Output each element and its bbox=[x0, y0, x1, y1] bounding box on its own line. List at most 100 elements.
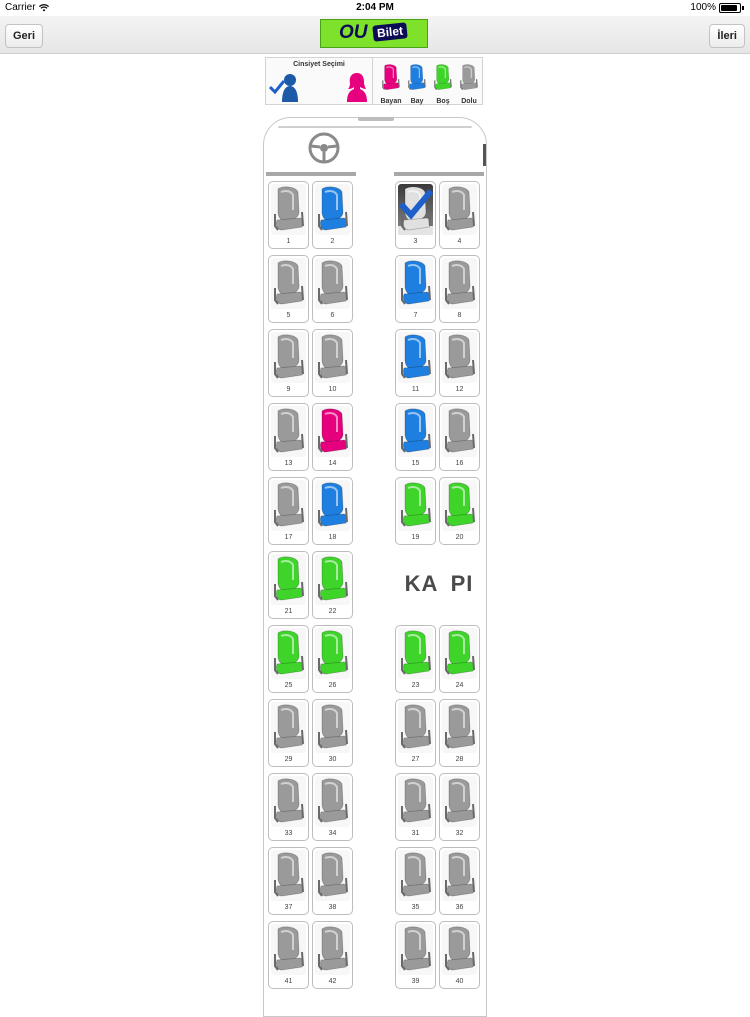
logo-bilet-text: Bilet bbox=[372, 22, 408, 42]
seat-2[interactable]: 2 bbox=[312, 181, 353, 249]
seat-number: 7 bbox=[413, 312, 418, 319]
seat-8[interactable]: 8 bbox=[439, 255, 480, 323]
seat-number: 26 bbox=[328, 682, 337, 689]
driver-divider-left bbox=[266, 172, 356, 176]
seat-37[interactable]: 37 bbox=[268, 847, 309, 915]
seat-13[interactable]: 13 bbox=[268, 403, 309, 471]
seat-40[interactable]: 40 bbox=[439, 921, 480, 989]
seat-29[interactable]: 29 bbox=[268, 699, 309, 767]
seat-31[interactable]: 31 bbox=[395, 773, 436, 841]
seat-number: 11 bbox=[411, 386, 420, 393]
seat-33[interactable]: 33 bbox=[268, 773, 309, 841]
seat-female-icon bbox=[381, 64, 401, 96]
seat-number: 39 bbox=[411, 978, 420, 985]
seat-4[interactable]: 4 bbox=[439, 181, 480, 249]
seat-34[interactable]: 34 bbox=[312, 773, 353, 841]
status-bar: Carrier 2:04 PM 100% bbox=[0, 0, 750, 16]
seat-25[interactable]: 25 bbox=[268, 625, 309, 693]
app-logo: OU Bilet bbox=[320, 19, 428, 48]
legend-item-empty: Boş bbox=[430, 64, 456, 105]
seat-number: 1 bbox=[286, 238, 291, 245]
seat-number: 22 bbox=[328, 608, 337, 615]
seat-7[interactable]: 7 bbox=[395, 255, 436, 323]
seat-number: 20 bbox=[455, 534, 464, 541]
seat-number: 10 bbox=[328, 386, 337, 393]
bus-front-grill bbox=[358, 117, 394, 121]
seat-number: 29 bbox=[284, 756, 293, 763]
seat-empty-icon bbox=[433, 64, 453, 96]
seat-number: 13 bbox=[284, 460, 293, 467]
seat-18[interactable]: 18 bbox=[312, 477, 353, 545]
seat-22[interactable]: 22 bbox=[312, 551, 353, 619]
seat-number: 12 bbox=[455, 386, 464, 393]
seat-41[interactable]: 41 bbox=[268, 921, 309, 989]
seat-19[interactable]: 19 bbox=[395, 477, 436, 545]
male-silhouette-icon bbox=[282, 74, 298, 102]
seat-23[interactable]: 23 bbox=[395, 625, 436, 693]
seat-3[interactable]: 3 bbox=[395, 181, 436, 249]
seat-12[interactable]: 12 bbox=[439, 329, 480, 397]
seat-number: 24 bbox=[455, 682, 464, 689]
gender-male-option[interactable] bbox=[269, 72, 298, 102]
navigation-bar: Geri OU Bilet İleri bbox=[0, 16, 750, 54]
seat-number: 6 bbox=[330, 312, 335, 319]
seat-10[interactable]: 10 bbox=[312, 329, 353, 397]
legend-item-male: Bay bbox=[404, 64, 430, 105]
bus-windshield-line bbox=[278, 126, 472, 128]
gender-selection: Cinsiyet Seçimi bbox=[266, 58, 373, 104]
seat-status-legend: Bayan Bay Boş Dolu bbox=[374, 58, 484, 105]
seat-number: 38 bbox=[328, 904, 337, 911]
seat-28[interactable]: 28 bbox=[439, 699, 480, 767]
seat-11[interactable]: 11 bbox=[395, 329, 436, 397]
seat-20[interactable]: 20 bbox=[439, 477, 480, 545]
seat-30[interactable]: 30 bbox=[312, 699, 353, 767]
driver-divider-right bbox=[394, 172, 484, 176]
seat-5[interactable]: 5 bbox=[268, 255, 309, 323]
back-button[interactable]: Geri bbox=[5, 24, 44, 48]
seat-number: 42 bbox=[328, 978, 337, 985]
seat-number: 3 bbox=[413, 238, 418, 245]
seat-38[interactable]: 38 bbox=[312, 847, 353, 915]
seat-16[interactable]: 16 bbox=[439, 403, 480, 471]
seat-14[interactable]: 14 bbox=[312, 403, 353, 471]
seat-male-icon bbox=[407, 64, 427, 96]
status-time: 2:04 PM bbox=[356, 2, 394, 13]
battery-percent: 100% bbox=[690, 2, 716, 13]
seat-number: 5 bbox=[286, 312, 291, 319]
seat-number: 33 bbox=[284, 830, 293, 837]
seat-21[interactable]: 21 bbox=[268, 551, 309, 619]
legend-item-female: Bayan bbox=[378, 64, 404, 105]
seat-number: 9 bbox=[286, 386, 291, 393]
seat-39[interactable]: 39 bbox=[395, 921, 436, 989]
seat-number: 8 bbox=[457, 312, 462, 319]
seat-9[interactable]: 9 bbox=[268, 329, 309, 397]
seat-6[interactable]: 6 bbox=[312, 255, 353, 323]
seat-number: 35 bbox=[411, 904, 420, 911]
seat-26[interactable]: 26 bbox=[312, 625, 353, 693]
next-button[interactable]: İleri bbox=[709, 24, 745, 48]
seat-32[interactable]: 32 bbox=[439, 773, 480, 841]
seat-number: 37 bbox=[284, 904, 293, 911]
seat-number: 30 bbox=[328, 756, 337, 763]
legend-panel: Cinsiyet Seçimi Bayan Bay Boş Dolu bbox=[265, 57, 483, 105]
seat-35[interactable]: 35 bbox=[395, 847, 436, 915]
seat-number: 16 bbox=[455, 460, 464, 467]
legend-label: Bayan bbox=[380, 98, 402, 105]
seat-24[interactable]: 24 bbox=[439, 625, 480, 693]
seat-15[interactable]: 15 bbox=[395, 403, 436, 471]
legend-label: Boş bbox=[436, 98, 450, 105]
steering-wheel-icon bbox=[308, 132, 340, 164]
seat-full-icon bbox=[459, 64, 479, 96]
seat-27[interactable]: 27 bbox=[395, 699, 436, 767]
bus-side-mirror bbox=[483, 144, 486, 166]
seat-number: 14 bbox=[328, 460, 337, 467]
seat-number: 17 bbox=[284, 534, 293, 541]
seat-36[interactable]: 36 bbox=[439, 847, 480, 915]
legend-label: Bay bbox=[410, 98, 424, 105]
seat-number: 21 bbox=[284, 608, 293, 615]
seat-number: 18 bbox=[328, 534, 337, 541]
seat-1[interactable]: 1 bbox=[268, 181, 309, 249]
gender-female-option[interactable] bbox=[346, 72, 374, 102]
seat-42[interactable]: 42 bbox=[312, 921, 353, 989]
seat-17[interactable]: 17 bbox=[268, 477, 309, 545]
